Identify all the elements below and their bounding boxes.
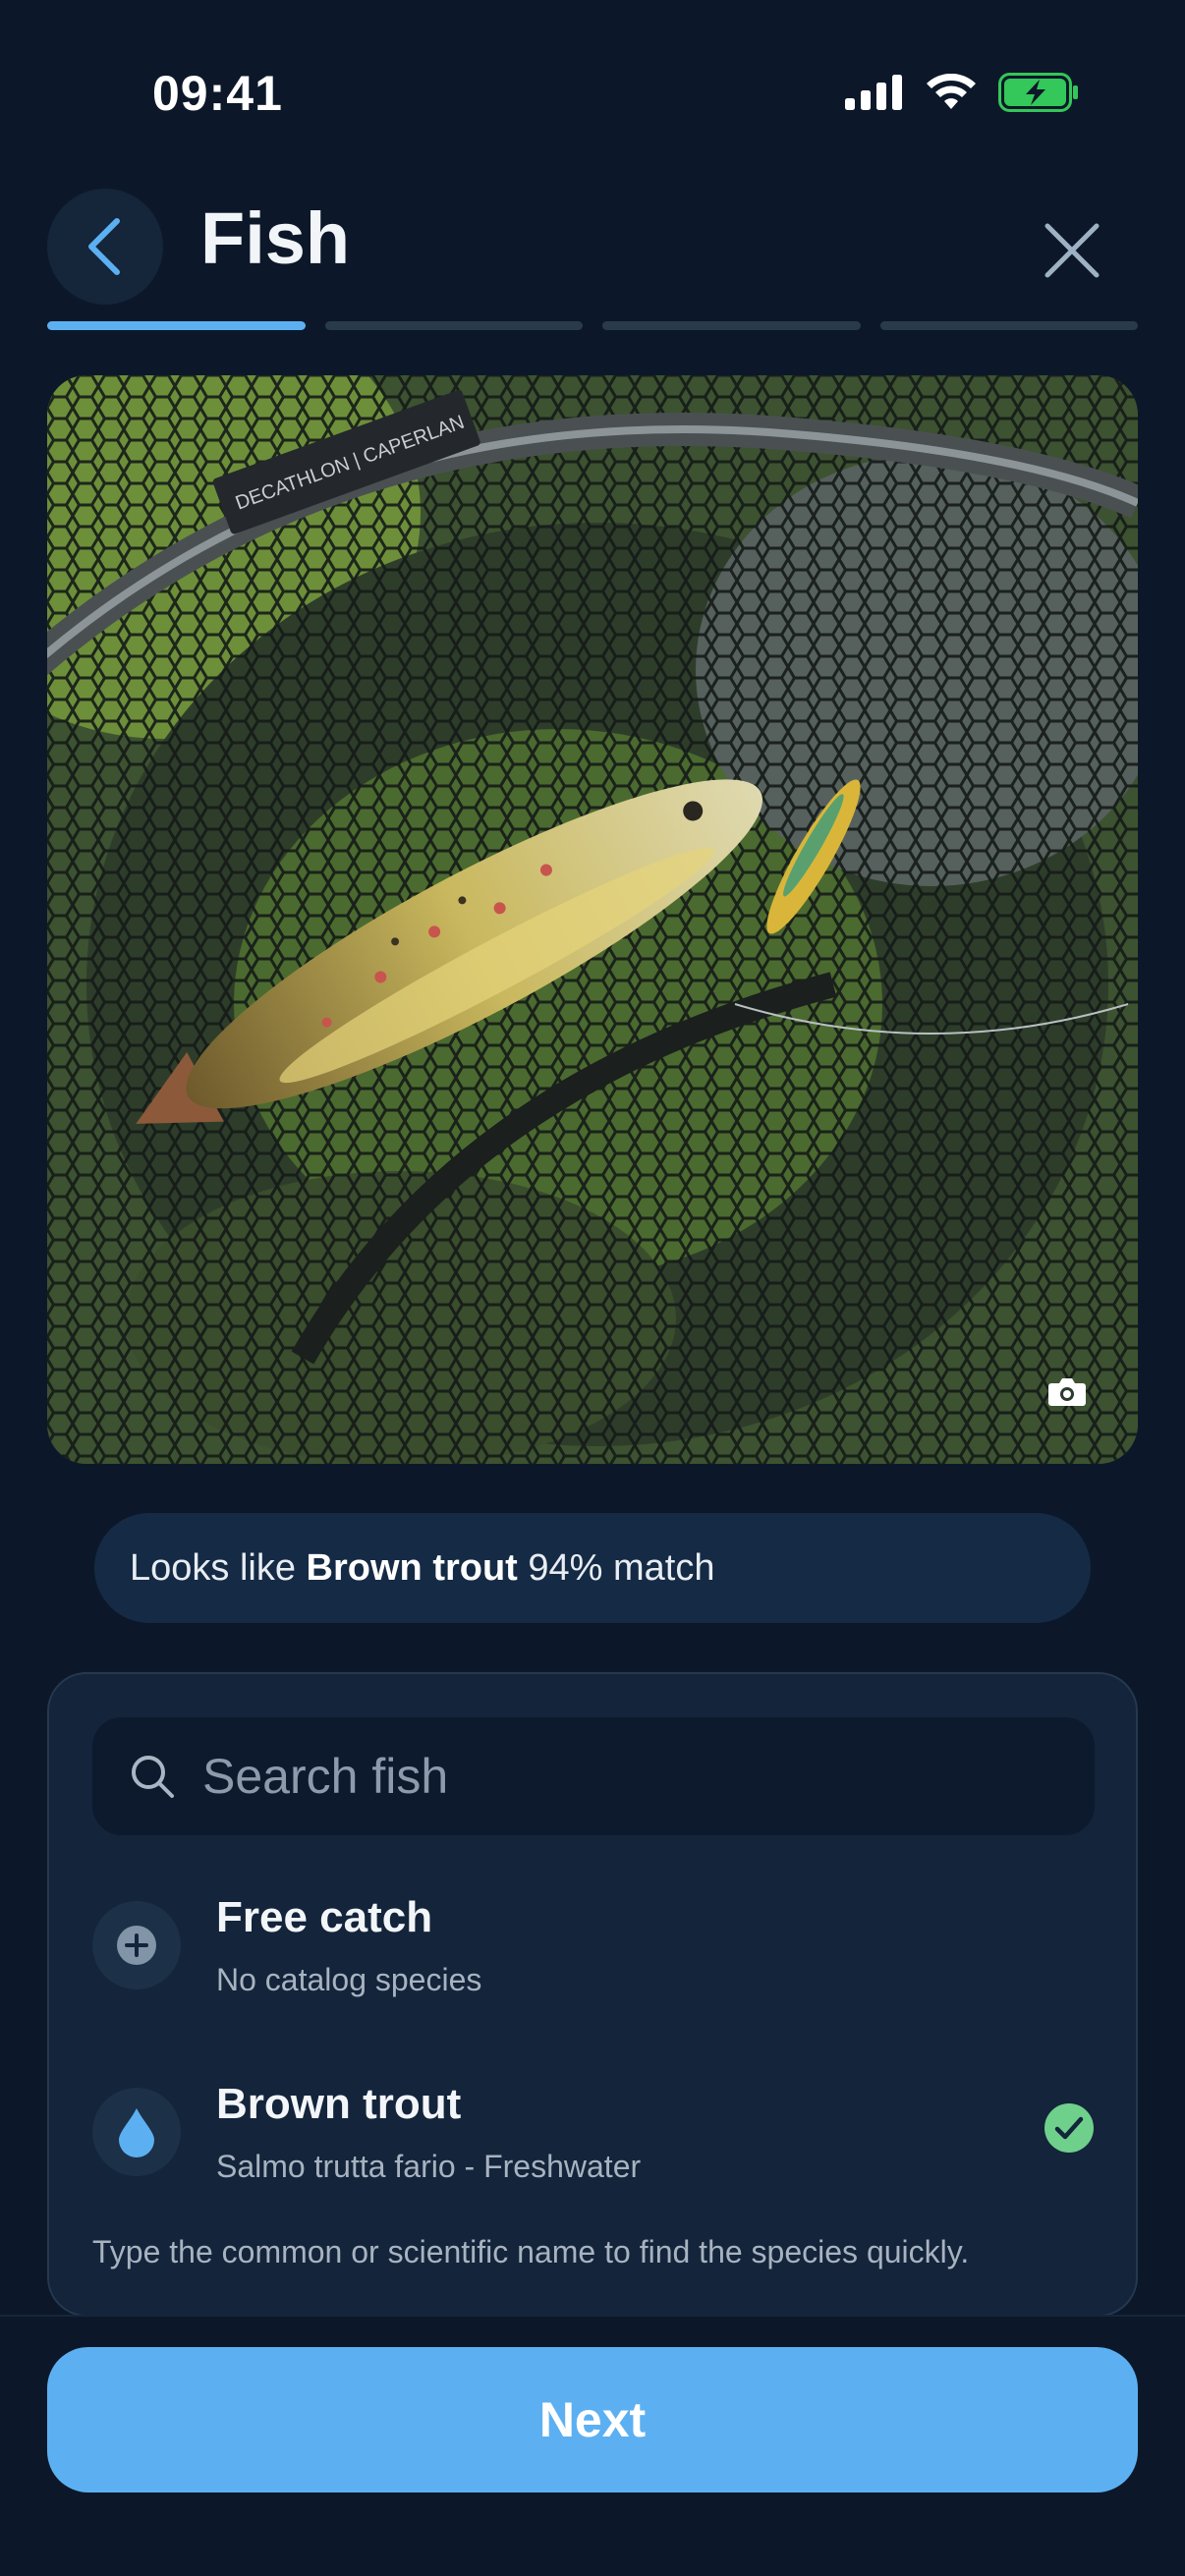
search-icon [132, 1756, 174, 1798]
status-time: 09:41 [152, 66, 283, 121]
cellular-signal-icon [845, 75, 902, 110]
close-icon [1044, 223, 1100, 278]
match-prefix: Looks like [130, 1546, 296, 1589]
wifi-icon [927, 74, 976, 109]
status-icons [845, 73, 1079, 112]
screen: 09:41 Fish DECATHLON | CAPERLAN Looks li… [0, 0, 1185, 2576]
battery-charging-icon [998, 73, 1078, 112]
chevron-left-icon [88, 218, 120, 275]
species-title: Free catch [216, 1892, 433, 1941]
match-score: 94% match [528, 1546, 715, 1589]
step-3 [602, 321, 861, 330]
search-hint: Type the common or scientific name to fi… [92, 2234, 970, 2269]
water-drop-icon-container [92, 2088, 181, 2176]
search-placeholder: Search fish [202, 1749, 449, 1804]
fish-photo-illustration: DECATHLON | CAPERLAN [47, 375, 1138, 1464]
back-button[interactable] [47, 189, 163, 305]
species-picker-panel: Search fish Free catch No catalog specie… [47, 1672, 1138, 2317]
species-option-free-catch[interactable]: Free catch No catalog species [92, 1876, 1095, 2014]
species-subtitle: Salmo trutta fario - Freshwater [216, 2148, 642, 2184]
step-4 [879, 321, 1138, 330]
species-match-badge: Looks like Brown trout 94% match [94, 1513, 1091, 1623]
search-input[interactable]: Search fish [92, 1717, 1095, 1835]
footer-divider [0, 2315, 1185, 2317]
match-species: Brown trout [306, 1546, 518, 1589]
progress-stepper [47, 321, 1138, 330]
step-1 [47, 321, 306, 330]
plus-icon [117, 1926, 156, 1965]
close-button[interactable] [1036, 214, 1108, 287]
species-option-brown-trout[interactable]: Brown trout Salmo trutta fario - Freshwa… [92, 2063, 1095, 2201]
step-2 [324, 321, 583, 330]
camera-icon[interactable] [1047, 1375, 1087, 1407]
catch-photo[interactable]: DECATHLON | CAPERLAN [47, 375, 1138, 1464]
plus-icon-container [92, 1901, 181, 1989]
page-title: Fish [200, 197, 351, 279]
species-subtitle: No catalog species [216, 1961, 482, 1997]
water-drop-icon [119, 2108, 154, 2157]
check-icon [1044, 2103, 1094, 2153]
next-button[interactable]: Next [47, 2347, 1138, 2492]
species-title: Brown trout [216, 2079, 462, 2128]
